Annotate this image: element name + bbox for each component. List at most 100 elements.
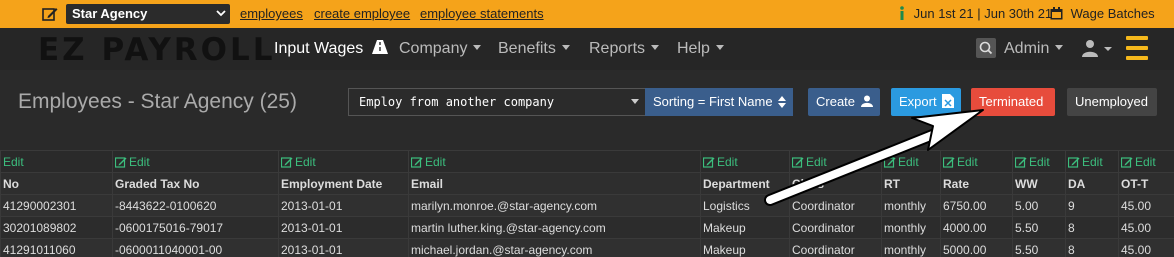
link-employee-statements[interactable]: employee statements bbox=[420, 6, 544, 21]
table-cell: 5.00 bbox=[1012, 194, 1066, 217]
nav-reports[interactable]: Reports bbox=[589, 40, 660, 58]
table-cell: monthly bbox=[881, 238, 941, 257]
create-label: Create bbox=[816, 94, 856, 109]
agency-select-value: Star Agency bbox=[72, 6, 148, 21]
employ-from-company-select[interactable]: Employ from another company bbox=[348, 88, 646, 116]
pay-period-text: Jun 1st 21 | Jun 30th 21 bbox=[913, 6, 1053, 21]
edit-icon bbox=[1015, 156, 1027, 168]
column-header[interactable]: OT-T bbox=[1118, 172, 1174, 195]
info-icon bbox=[900, 6, 904, 20]
sorting-label: Sorting = First Name bbox=[653, 94, 773, 109]
table-row[interactable]: 30201089802 -0600175016-79017 2013-01-01… bbox=[0, 216, 1174, 239]
column-header[interactable]: Email bbox=[408, 172, 701, 195]
nav-admin-label: Admin bbox=[1004, 40, 1050, 57]
edit-column-department[interactable]: Edit bbox=[700, 150, 790, 173]
table-cell: 45.00 bbox=[1118, 194, 1174, 217]
edit-label: Edit bbox=[806, 154, 827, 169]
edit-icon bbox=[884, 156, 896, 168]
search-icon bbox=[979, 41, 993, 55]
hamburger-menu-icon[interactable] bbox=[1126, 36, 1148, 60]
nav-input-wages[interactable]: Input Wages bbox=[274, 40, 388, 58]
table-cell: 5000.00 bbox=[940, 238, 1013, 257]
nav-company-label: Company bbox=[399, 40, 468, 57]
column-header[interactable]: Employment Date bbox=[278, 172, 409, 195]
edit-column-graded-tax-no[interactable]: Edit bbox=[112, 150, 279, 173]
table-row[interactable]: 41290002301 -8443622-0100620 2013-01-01 … bbox=[0, 194, 1174, 217]
calendar-icon bbox=[1050, 7, 1063, 20]
edit-column-rate[interactable]: Edit bbox=[940, 150, 1013, 173]
road-icon bbox=[371, 40, 388, 54]
table-cell: 8 bbox=[1065, 238, 1119, 257]
table-cell: monthly bbox=[881, 194, 941, 217]
edit-label: Edit bbox=[295, 154, 316, 169]
table-cell: 41290002301 bbox=[0, 194, 113, 217]
table-cell: Coordinator bbox=[789, 216, 882, 239]
sorting-button[interactable]: Sorting = First Name bbox=[645, 88, 793, 116]
edit-column-ww[interactable]: Edit bbox=[1012, 150, 1066, 173]
caret-down-icon bbox=[715, 45, 724, 50]
excel-file-icon bbox=[942, 94, 955, 108]
edit-column-email[interactable]: Edit bbox=[408, 150, 701, 173]
table-cell: marilyn.monroe.@star-agency.com bbox=[408, 194, 701, 217]
table-cell: 45.00 bbox=[1118, 216, 1174, 239]
edit-label: Edit bbox=[3, 154, 24, 169]
column-header[interactable]: DA bbox=[1065, 172, 1119, 195]
export-button[interactable]: Export bbox=[891, 88, 961, 116]
edit-column-da[interactable]: Edit bbox=[1065, 150, 1119, 173]
search-button[interactable] bbox=[976, 38, 996, 58]
nav-admin[interactable]: Admin bbox=[1004, 40, 1064, 58]
column-header[interactable]: Rate bbox=[940, 172, 1013, 195]
table-cell: michael.jordan.@star-agency.com bbox=[408, 238, 701, 257]
edit-row: Edit Edit Edit Edit Edit Edit Edit Edit … bbox=[0, 150, 1174, 173]
nav-input-wages-label: Input Wages bbox=[274, 40, 364, 57]
table-cell: Coordinator bbox=[789, 238, 882, 257]
top-bar: Star Agency employees create employee em… bbox=[0, 0, 1174, 28]
edit-icon bbox=[411, 156, 423, 168]
table-row[interactable]: 41291011060 -0600011040001-00 2013-01-01… bbox=[0, 238, 1174, 257]
edit-icon bbox=[1121, 156, 1133, 168]
unemployed-button[interactable]: Unemployed bbox=[1067, 88, 1157, 116]
edit-icon[interactable] bbox=[42, 6, 58, 22]
table-cell: Makeup bbox=[700, 238, 790, 257]
sort-icon bbox=[778, 96, 787, 108]
brand-logo[interactable]: EZ PAYROLL bbox=[38, 32, 276, 68]
edit-column-rt[interactable]: Edit bbox=[881, 150, 941, 173]
nav-help[interactable]: Help bbox=[677, 40, 724, 58]
pay-period[interactable]: Jun 1st 21 | Jun 30th 21 bbox=[898, 6, 1052, 21]
column-header[interactable]: Department bbox=[700, 172, 790, 195]
table-cell: 4000.00 bbox=[940, 216, 1013, 239]
employees-table: Edit Edit Edit Edit Edit Edit Edit Edit … bbox=[0, 150, 1174, 257]
edit-icon bbox=[792, 156, 804, 168]
nav-benefits[interactable]: Benefits bbox=[498, 40, 570, 58]
table-cell: 5.50 bbox=[1012, 216, 1066, 239]
column-header[interactable]: WW bbox=[1012, 172, 1066, 195]
edit-column-employment-date[interactable]: Edit bbox=[278, 150, 409, 173]
user-menu[interactable] bbox=[1082, 39, 1116, 62]
nav-company[interactable]: Company bbox=[399, 40, 482, 58]
edit-icon bbox=[281, 156, 293, 168]
column-header[interactable]: Class bbox=[789, 172, 882, 195]
table-cell: Coordinator bbox=[789, 194, 882, 217]
table-cell: martin luther.king.@star-agency.com bbox=[408, 216, 701, 239]
terminated-button[interactable]: Terminated bbox=[971, 88, 1055, 116]
link-create-employee[interactable]: create employee bbox=[314, 6, 410, 21]
wage-batches-link[interactable]: Wage Batches bbox=[1050, 6, 1155, 21]
navbar: EZ PAYROLL Input Wages Company Benefits … bbox=[0, 28, 1174, 70]
edit-column-ot-t[interactable]: Edit bbox=[1118, 150, 1174, 173]
column-header[interactable]: No bbox=[0, 172, 113, 195]
edit-column-class[interactable]: Edit bbox=[789, 150, 882, 173]
edit-label: Edit bbox=[425, 154, 446, 169]
caret-down-icon bbox=[631, 99, 639, 104]
column-header[interactable]: RT bbox=[881, 172, 941, 195]
export-label: Export bbox=[899, 94, 937, 109]
edit-icon bbox=[703, 156, 715, 168]
edit-column-no[interactable]: Edit bbox=[0, 150, 113, 173]
link-employees[interactable]: employees bbox=[240, 6, 303, 21]
table-cell: 5.50 bbox=[1012, 238, 1066, 257]
column-header[interactable]: Graded Tax No bbox=[112, 172, 279, 195]
table-cell: -0600011040001-00 bbox=[112, 238, 279, 257]
agency-select[interactable]: Star Agency bbox=[66, 4, 230, 24]
create-button[interactable]: Create bbox=[808, 88, 880, 116]
nav-help-label: Help bbox=[677, 40, 710, 57]
nav-reports-label: Reports bbox=[589, 40, 646, 57]
